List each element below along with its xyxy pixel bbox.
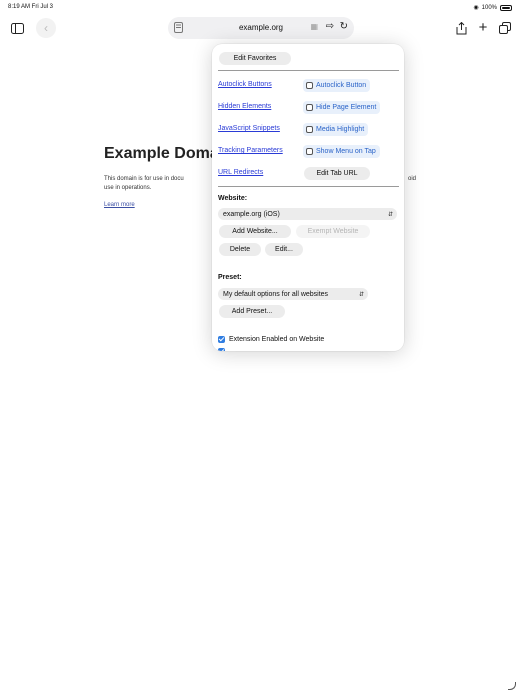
tabs-icon[interactable] [496,19,514,37]
toggle-media-highlight[interactable]: Media Highlight [303,123,369,136]
sidebar-icon[interactable] [8,19,26,37]
extension-enabled-label: Extension Enabled on Website [229,336,325,343]
clipped-row [218,348,225,351]
toggle-label: Show Menu on Tap [316,148,376,155]
checkbox-icon[interactable] [306,104,313,111]
extension-active-icon[interactable]: ⇨ [326,21,334,32]
extension-icon[interactable]: ▦ [310,22,318,31]
reload-icon[interactable]: ↻ [340,21,348,32]
status-right: ◉ 100% [473,4,512,11]
toggle-label: Autoclick Button [316,82,367,89]
checkbox-checked-icon [218,348,225,351]
chevron-updown-icon: ⇵ [387,211,393,218]
chevron-updown-icon: ⇵ [358,291,364,298]
link-javascript-snippets[interactable]: JavaScript Snippets [218,125,280,132]
toggle-label: Hide Page Element [316,104,377,111]
preset-label: Preset: [218,274,242,281]
page-body-line1: This domain is for use in docu [104,176,184,182]
edit-favorites-button[interactable]: Edit Favorites [219,52,291,65]
preset-select-value: My default options for all websites [223,290,329,298]
divider [218,186,399,187]
preset-select[interactable]: My default options for all websites ⇵ [218,288,368,300]
address-bar[interactable]: example.org ▦ ⇨ ↻ [168,17,354,39]
link-autoclick-buttons[interactable]: Autoclick Buttons [218,81,272,88]
battery-icon [500,4,512,11]
toggle-hide-page-element[interactable]: Hide Page Element [303,101,381,114]
page-body-line2: use in operations. [104,185,152,191]
edit-tab-url-button[interactable]: Edit Tab URL [304,167,370,180]
checkbox-checked-icon[interactable] [218,336,225,343]
checkbox-icon[interactable] [306,126,313,133]
website-select[interactable]: example.org (iOS) ⇵ [218,208,397,220]
toggle-show-menu-on-tap[interactable]: Show Menu on Tap [303,145,380,158]
back-icon[interactable]: ‹ [36,18,56,38]
toggle-label: Media Highlight [316,126,365,133]
extension-popover: Edit Favorites Autoclick Buttons Hidden … [212,44,404,351]
link-hidden-elements[interactable]: Hidden Elements [218,103,271,110]
wifi-icon: ◉ [473,5,479,11]
divider [218,70,399,71]
add-preset-button[interactable]: Add Preset... [219,305,285,318]
delete-button[interactable]: Delete [219,243,261,256]
edit-button[interactable]: Edit... [265,243,303,256]
status-time: 8:19 AM Fri Jul 3 [8,4,54,10]
page-body-right: oid [408,176,417,182]
link-url-redirects[interactable]: URL Redirects [218,169,263,176]
website-label: Website: [218,195,248,202]
browser-toolbar: ‹ example.org ▦ ⇨ ↻ + [0,14,522,42]
status-bar: 8:19 AM Fri Jul 3 ◉ 100% [0,0,522,14]
plus-icon[interactable]: + [474,18,492,36]
exempt-website-button: Exempt Website [296,225,370,238]
share-icon[interactable] [452,19,470,37]
add-website-button[interactable]: Add Website... [219,225,291,238]
checkbox-icon[interactable] [306,82,313,89]
battery-percent: 100% [481,4,497,11]
website-select-value: example.org (iOS) [223,210,280,218]
toggle-autoclick-button[interactable]: Autoclick Button [303,79,371,92]
extension-enabled-row[interactable]: Extension Enabled on Website [218,336,324,343]
checkbox-icon[interactable] [306,148,313,155]
link-tracking-parameters[interactable]: Tracking Parameters [218,147,283,154]
learn-more-link[interactable]: Learn more [104,202,135,208]
resize-handle-icon[interactable] [508,682,516,690]
